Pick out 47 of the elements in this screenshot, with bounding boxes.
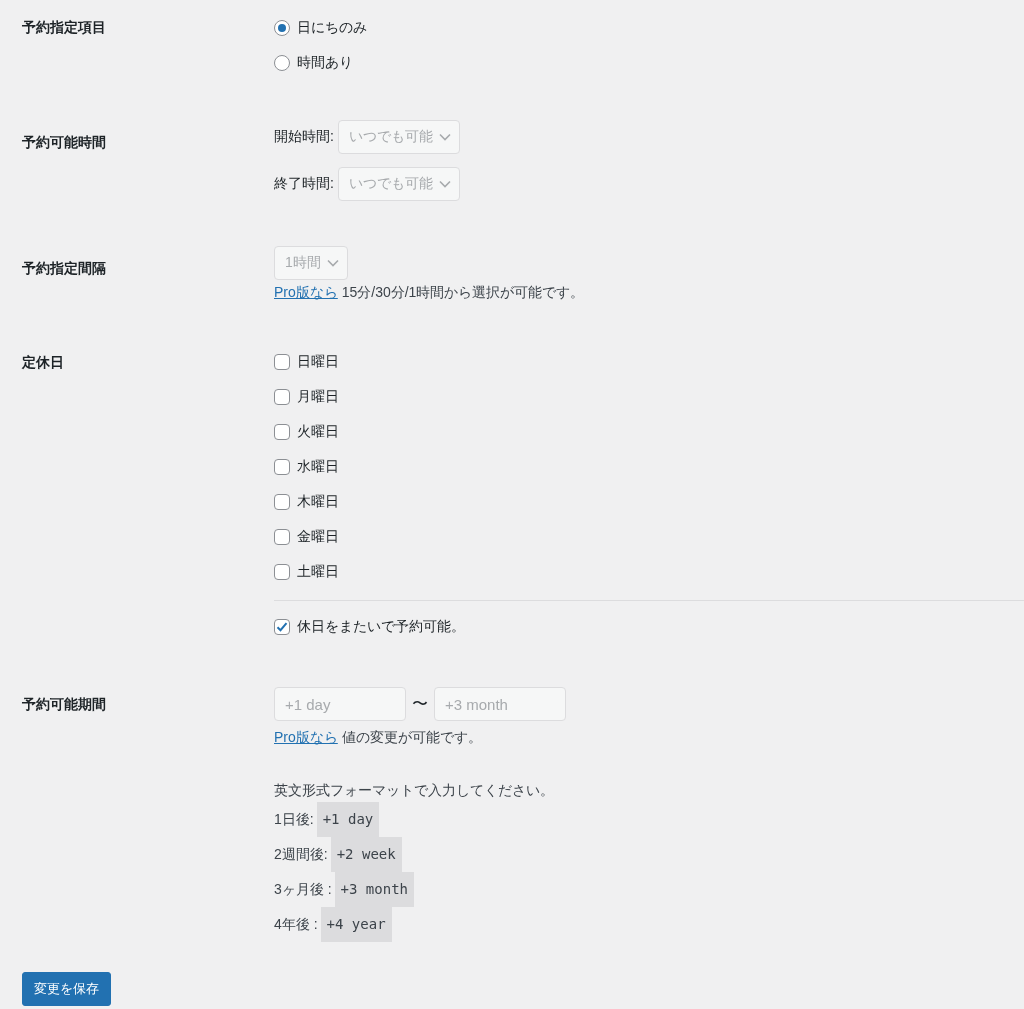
setting-label: 定休日: [22, 353, 65, 372]
chevron-down-icon: [438, 133, 451, 141]
checkbox[interactable]: [274, 388, 290, 405]
format-instructions: 英文形式フォーマットで入力してください。: [274, 781, 555, 800]
help-text: Pro版なら 15分/30分/1時間から選択が可能です。: [274, 283, 586, 302]
checkbox[interactable]: [274, 353, 290, 370]
radio-button[interactable]: [274, 19, 290, 36]
weekday-label: 日曜日: [297, 352, 339, 371]
example-code: +1 day: [316, 802, 380, 837]
pro-version-link[interactable]: Pro版なら: [274, 729, 338, 745]
checkbox[interactable]: [274, 458, 290, 475]
weekday-label: 水曜日: [297, 457, 339, 476]
example-label: 3ヶ月後 :: [274, 880, 332, 899]
radio-label: 時間あり: [297, 53, 353, 72]
end-offset-field[interactable]: +3 month: [434, 687, 566, 721]
range-separator: 〜: [412, 693, 428, 714]
field-label: 終了時間:: [274, 175, 334, 193]
setting-label: 予約可能時間: [22, 133, 107, 152]
weekday-label: 木曜日: [297, 492, 339, 511]
example-code: +4 year: [320, 907, 392, 942]
weekday-label: 土曜日: [297, 562, 339, 581]
save-button[interactable]: 変更を保存: [22, 972, 111, 1006]
checkbox[interactable]: [274, 423, 290, 440]
checkbox[interactable]: [274, 493, 290, 510]
field-label: 開始時間:: [274, 128, 334, 146]
setting-label: 予約指定間隔: [22, 259, 107, 278]
example-label: 2週間後:: [274, 845, 328, 864]
weekday-label: 月曜日: [297, 387, 339, 406]
setting-label: 予約可能期間: [22, 695, 107, 714]
checkbox[interactable]: [274, 618, 290, 635]
example-code: +3 month: [334, 872, 414, 907]
weekday-label: 火曜日: [297, 422, 339, 441]
checkbox[interactable]: [274, 528, 290, 545]
help-text: Pro版なら 値の変更が可能です。: [274, 728, 483, 747]
start-offset-field[interactable]: +1 day: [274, 687, 406, 721]
pro-version-link[interactable]: Pro版なら: [274, 284, 338, 300]
example-label: 4年後 :: [274, 915, 318, 934]
chevron-down-icon: [326, 259, 339, 267]
option-label: 休日をまたいで予約可能。: [297, 617, 465, 636]
setting-label: 予約指定項目: [22, 18, 107, 37]
example-code: +2 week: [330, 837, 402, 872]
weekday-label: 金曜日: [297, 527, 339, 546]
checkbox[interactable]: [274, 563, 290, 580]
radio-button[interactable]: [274, 54, 290, 71]
radio-label: 日にちのみ: [297, 18, 367, 37]
example-label: 1日後:: [274, 810, 314, 829]
chevron-down-icon: [438, 180, 451, 188]
